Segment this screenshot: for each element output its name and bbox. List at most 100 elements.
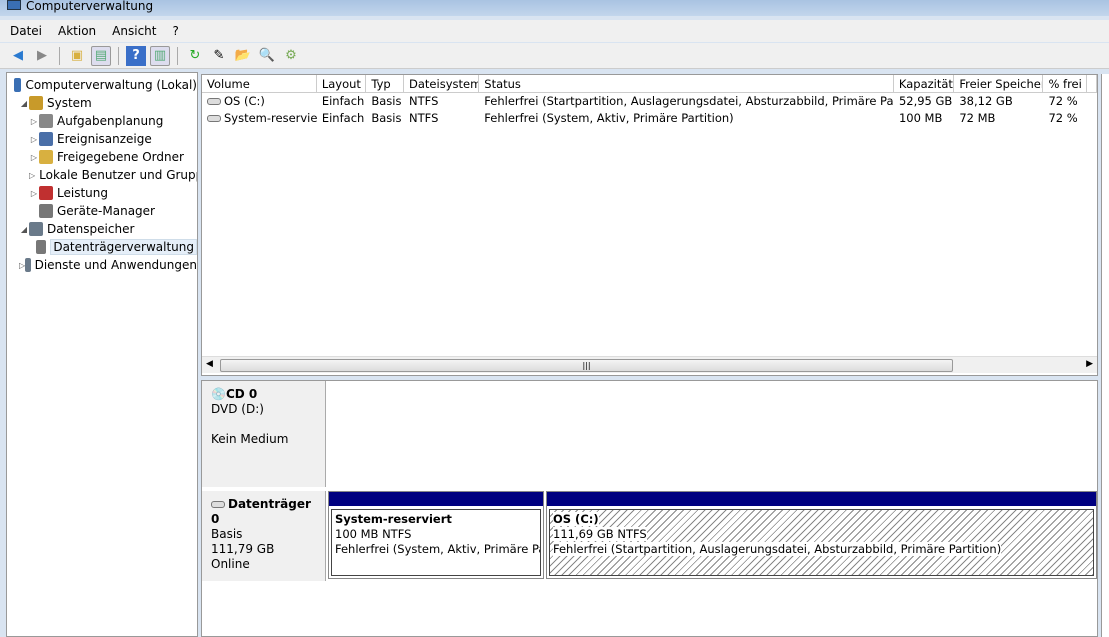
- settings-icon[interactable]: ⚙: [281, 46, 301, 66]
- expand-arrow-icon[interactable]: ▷: [29, 189, 39, 198]
- column-header[interactable]: Dateisystem: [404, 75, 480, 92]
- tree-item[interactable]: Datenträgerverwaltung: [7, 238, 197, 256]
- menu-datei[interactable]: Datei: [10, 24, 42, 38]
- tree-item-label: Leistung: [57, 186, 108, 200]
- horizontal-scrollbar[interactable]: ◀ ||| ▶: [202, 356, 1097, 373]
- tree-item[interactable]: Computerverwaltung (Lokal): [7, 76, 197, 94]
- tree-item-icon: [29, 96, 43, 110]
- tree-item[interactable]: ▷ Leistung: [7, 184, 197, 202]
- tree-item-label: Datenspeicher: [47, 222, 135, 236]
- volume-name: System-reserviert: [224, 111, 317, 125]
- expand-arrow-icon[interactable]: ◢: [19, 225, 29, 234]
- tree-item-label: Datenträgerverwaltung: [50, 239, 197, 255]
- disk0-state: Online: [211, 557, 250, 571]
- action-pane: [1101, 74, 1109, 637]
- partition-name: System-reserviert: [335, 512, 452, 526]
- tree-item[interactable]: ▷ Ereignisanzeige: [7, 130, 197, 148]
- tree-item-icon: [39, 150, 53, 164]
- tree-item[interactable]: ◢ Datenspeicher: [7, 220, 197, 238]
- table-cell: OS (C:): [202, 93, 317, 110]
- toolbar-separator: [118, 46, 119, 65]
- table-row[interactable]: OS (C:) Einfach Basis NTFS Fehlerfrei (Start…: [202, 93, 1097, 110]
- tree-item[interactable]: ◢ System: [7, 94, 197, 112]
- tree-item-label: Computerverwaltung (Lokal): [25, 78, 197, 92]
- table-cell: NTFS: [409, 111, 439, 125]
- column-header[interactable]: Volume: [202, 75, 317, 92]
- toolbar-separator: [177, 46, 178, 65]
- menu-aktion[interactable]: Aktion: [58, 24, 96, 38]
- column-header[interactable]: Freier Speicher: [954, 75, 1044, 92]
- navigation-tree: Computerverwaltung (Lokal) ◢ System ▷ Aufgab…: [6, 72, 198, 637]
- expand-arrow-icon[interactable]: ◢: [19, 99, 29, 108]
- open-folder-icon[interactable]: 📂: [233, 46, 253, 66]
- back-icon[interactable]: ◀: [8, 46, 28, 66]
- partition-os-c[interactable]: OS (C:) 111,69 GB NTFS Fehlerfrei (Startpa…: [546, 491, 1097, 579]
- volume-icon: [207, 115, 221, 122]
- table-cell: 38,12 GB: [959, 94, 1013, 108]
- app-icon: [7, 0, 21, 10]
- table-cell: NTFS: [409, 94, 439, 108]
- properties-icon[interactable]: ✎: [209, 46, 229, 66]
- column-header[interactable]: Status: [479, 75, 894, 92]
- expand-arrow-icon[interactable]: ▷: [29, 171, 35, 180]
- scroll-right-icon[interactable]: ▶: [1086, 359, 1093, 369]
- show-action-pane-icon[interactable]: ▥: [150, 45, 170, 66]
- help-icon[interactable]: ?: [126, 45, 146, 66]
- cd-status: Kein Medium: [211, 432, 289, 446]
- partition-status: Fehlerfrei (System, Aktiv, Primäre Parti…: [335, 542, 540, 556]
- partition-size: 111,69 GB NTFS: [553, 527, 647, 541]
- refresh-icon[interactable]: ↻: [185, 46, 205, 66]
- cd-label[interactable]: 💿CD 0 DVD (D:) Kein Medium: [202, 381, 326, 487]
- search-icon[interactable]: 🔍: [257, 46, 277, 66]
- up-folder-icon[interactable]: ▣: [67, 46, 87, 66]
- partition-system-reserved[interactable]: System-reserviert 100 MB NTFS Fehlerfrei (…: [328, 491, 544, 579]
- expand-arrow-icon[interactable]: ▷: [29, 135, 39, 144]
- title-bar: Computerverwaltung: [0, 0, 1109, 16]
- column-header[interactable]: [1087, 75, 1097, 92]
- partition-size: 100 MB NTFS: [335, 527, 412, 541]
- volume-icon: [207, 98, 221, 105]
- table-row[interactable]: System-reserviert Einfach Basis NTFS Fehlerf…: [202, 110, 1097, 127]
- tree-item-icon: [39, 186, 53, 200]
- tree-item[interactable]: ▷ Dienste und Anwendungen: [7, 256, 197, 274]
- forward-icon[interactable]: ▶: [32, 46, 52, 66]
- column-header[interactable]: Typ: [366, 75, 405, 92]
- table-cell: 52,95 GB: [898, 94, 953, 108]
- toolbar: ◀ ▶ ▣ ▤ ? ▥ ↻ ✎ 📂 🔍 ⚙: [0, 43, 1109, 69]
- table-cell: Einfach: [321, 111, 365, 125]
- menu-help[interactable]: ?: [172, 24, 178, 38]
- tree-item-label: Aufgabenplanung: [57, 114, 164, 128]
- tree-item-label: Ereignisanzeige: [57, 132, 152, 146]
- scroll-thumb[interactable]: |||: [220, 359, 953, 372]
- column-header[interactable]: Layout: [317, 75, 367, 92]
- column-header[interactable]: Kapazität: [894, 75, 955, 92]
- scroll-left-icon[interactable]: ◀: [206, 359, 213, 369]
- toolbar-separator: [59, 46, 60, 65]
- menu-bar: Datei Aktion Ansicht ?: [0, 20, 1109, 42]
- tree-item[interactable]: ▷ Aufgabenplanung: [7, 112, 197, 130]
- table-cell: [1087, 93, 1097, 110]
- disk-icon: [211, 501, 225, 508]
- disk0-type: Basis: [211, 527, 243, 541]
- tree-item[interactable]: Geräte-Manager: [7, 202, 197, 220]
- table-cell: 100 MB: [898, 111, 943, 125]
- show-tree-icon[interactable]: ▤: [91, 45, 111, 66]
- tree-item-icon: [14, 78, 22, 92]
- disk-graphical-view: 💿CD 0 DVD (D:) Kein Medium Datenträger 0…: [201, 380, 1098, 637]
- column-header[interactable]: % frei: [1043, 75, 1088, 92]
- tree-item-icon: [29, 222, 43, 236]
- tree-item-icon: [36, 240, 47, 254]
- tree-item-icon: [25, 258, 31, 272]
- expand-arrow-icon[interactable]: ▷: [29, 153, 39, 162]
- menu-ansicht[interactable]: Ansicht: [112, 24, 156, 38]
- disk0-label[interactable]: Datenträger 0 Basis 111,79 GB Online: [202, 491, 326, 581]
- window-title: Computerverwaltung: [26, 0, 154, 13]
- expand-arrow-icon[interactable]: ▷: [29, 117, 39, 126]
- table-cell: Fehlerfrei (Startpartition, Auslagerungs…: [484, 94, 894, 108]
- table-cell: Basis: [371, 94, 402, 108]
- tree-item-label: Geräte-Manager: [57, 204, 155, 218]
- table-cell: Einfach: [321, 94, 365, 108]
- tree-item[interactable]: ▷ Lokale Benutzer und Gruppen: [7, 166, 197, 184]
- disk0-name: Datenträger 0: [211, 497, 311, 526]
- tree-item[interactable]: ▷ Freigegebene Ordner: [7, 148, 197, 166]
